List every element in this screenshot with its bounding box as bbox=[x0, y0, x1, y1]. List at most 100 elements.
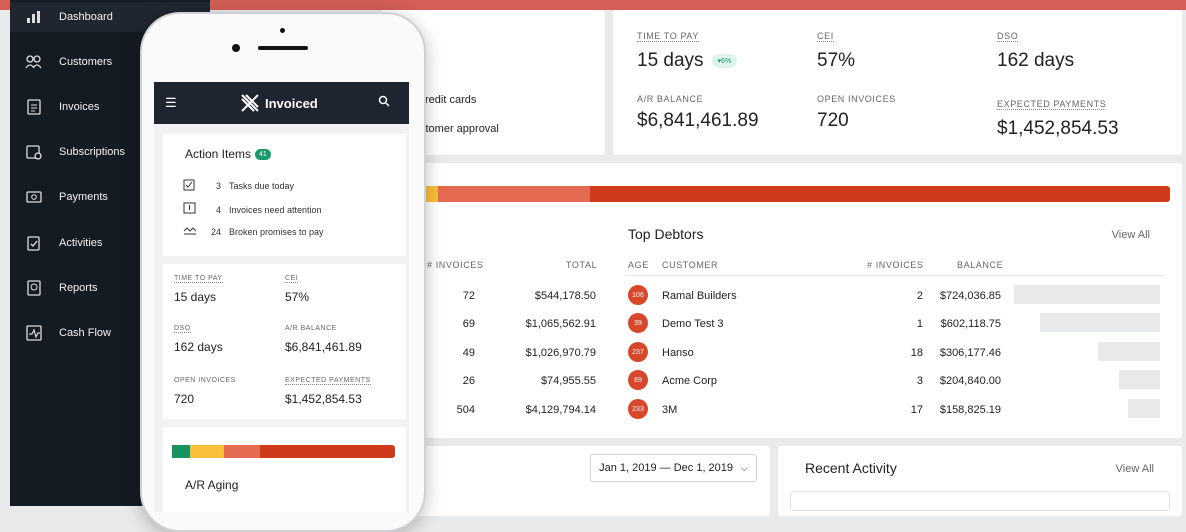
sidebar-item-label: Cash Flow bbox=[59, 327, 111, 339]
metric-label: OPEN INVOICES bbox=[817, 94, 896, 104]
metric-value: $1,452,854.53 bbox=[997, 118, 1119, 139]
subscription-icon bbox=[24, 142, 44, 162]
action-item[interactable]: 4 Invoices need attention bbox=[183, 202, 322, 217]
top-debtors-view-all-link[interactable]: View All bbox=[1112, 229, 1150, 241]
aging-bar-segment bbox=[224, 445, 260, 458]
metric-label: DSO bbox=[174, 325, 191, 333]
date-range-value: Jan 1, 2019 — Dec 1, 2019 bbox=[599, 462, 734, 474]
aging-bar-segment bbox=[172, 445, 190, 458]
top-debtors-title: Top Debtors bbox=[628, 226, 704, 242]
menu-icon[interactable]: ☰ bbox=[165, 95, 177, 111]
delta-badge: ▾6% bbox=[711, 54, 738, 68]
balance-share-bar bbox=[1098, 342, 1160, 361]
table-cell: $724,036.85 bbox=[939, 290, 1001, 302]
metric-value: 720 bbox=[817, 110, 849, 131]
phone-screen: ☰ Invoiced Action Items 41 3 Tasks due t… bbox=[154, 82, 409, 512]
metric-label: EXPECTED PAYMENTS bbox=[285, 377, 371, 385]
column-header-customer: CUSTOMER bbox=[662, 260, 719, 270]
phone-metrics-card: TIME TO PAY 15 days CEI 57% DSO 162 days… bbox=[163, 264, 406, 419]
column-header-total: TOTAL bbox=[566, 260, 598, 270]
invoice-icon bbox=[24, 97, 44, 117]
table-cell: 2 bbox=[916, 290, 923, 302]
metric-label: EXPECTED PAYMENTS bbox=[997, 99, 1107, 110]
aging-bar-segment bbox=[438, 186, 590, 202]
customer-name-link[interactable]: 3M bbox=[662, 404, 677, 416]
sidebar-item-label: Customers bbox=[59, 56, 113, 68]
metric-label: A/R BALANCE bbox=[637, 94, 704, 104]
age-badge: 39 bbox=[628, 313, 648, 333]
search-icon[interactable] bbox=[378, 94, 390, 112]
table-cell: $544,178.50 bbox=[534, 290, 596, 302]
customer-name-link[interactable]: Acme Corp bbox=[662, 375, 717, 387]
metric-value: 720 bbox=[174, 392, 195, 406]
metric-value: $6,841,461.89 bbox=[285, 340, 362, 354]
partial-text-1: redit cards bbox=[425, 94, 477, 106]
age-badge: 237 bbox=[628, 342, 648, 362]
action-items-card: Action Items 41 3 Tasks due today 4 Invo… bbox=[163, 134, 406, 256]
column-header-invoices: # INVOICES bbox=[867, 260, 924, 270]
action-items-title: Action Items bbox=[185, 147, 252, 161]
checklist-icon bbox=[183, 178, 199, 193]
table-cell: $74,955.55 bbox=[540, 375, 596, 387]
table-cell: $602,118.75 bbox=[940, 318, 1001, 330]
metric-value: 162 days bbox=[997, 50, 1075, 71]
table-cell: $306,177.46 bbox=[939, 347, 1001, 359]
action-item[interactable]: 24 Broken promises to pay bbox=[183, 226, 324, 238]
metric-label: CEI bbox=[817, 31, 834, 42]
metric-value: 57% bbox=[817, 50, 856, 71]
column-header-age: AGE bbox=[628, 260, 649, 270]
table-cell: 69 bbox=[462, 318, 475, 330]
action-item-text: Tasks due today bbox=[229, 180, 295, 191]
sidebar-item-label: Invoices bbox=[59, 101, 100, 113]
metrics-card: TIME TO PAY 15 days ▾6% CEI 57% DSO 162 … bbox=[613, 10, 1182, 155]
phone-camera bbox=[280, 28, 285, 33]
table-cell: 17 bbox=[910, 404, 923, 416]
balance-share-bar bbox=[1040, 313, 1160, 332]
attention-icon bbox=[183, 202, 199, 217]
action-item-text: Invoices need attention bbox=[229, 204, 322, 215]
table-cell: 26 bbox=[462, 375, 475, 387]
table-cell: $204,840.00 bbox=[939, 375, 1001, 387]
table-cell: 3 bbox=[916, 375, 923, 387]
metric-label: TIME TO PAY bbox=[637, 31, 699, 42]
activity-item[interactable] bbox=[790, 491, 1170, 511]
recent-activity-view-all-link[interactable]: View All bbox=[1116, 463, 1154, 475]
action-item[interactable]: 3 Tasks due today bbox=[183, 178, 294, 193]
customer-name-link[interactable]: Demo Test 3 bbox=[662, 318, 724, 330]
action-item-count: 24 bbox=[210, 227, 221, 237]
customer-name-link[interactable]: Hanso bbox=[662, 347, 694, 359]
table-cell: $158,825.19 bbox=[939, 404, 1001, 416]
metric-value: $6,841,461.89 bbox=[637, 110, 759, 131]
table-cell: 49 bbox=[462, 347, 475, 359]
table-cell: $1,026,970.79 bbox=[525, 347, 596, 359]
metric-label: DSO bbox=[997, 31, 1019, 42]
sidebar-item-label: Reports bbox=[59, 282, 98, 294]
report-icon bbox=[24, 278, 44, 298]
age-badge: 69 bbox=[628, 370, 648, 390]
action-items-count-badge: 41 bbox=[255, 148, 271, 160]
table-divider bbox=[625, 275, 1165, 276]
column-header-invoices: # INVOICES bbox=[427, 260, 484, 270]
payment-icon bbox=[24, 187, 44, 207]
sidebar-item-label: Subscriptions bbox=[59, 146, 126, 158]
broken-promise-icon bbox=[183, 226, 199, 238]
date-range-select[interactable]: Jan 1, 2019 — Dec 1, 2019 ⌵ bbox=[590, 454, 757, 482]
aging-bar-segment bbox=[590, 186, 1170, 202]
age-badge: 233 bbox=[628, 399, 648, 419]
users-icon bbox=[24, 52, 44, 72]
table-cell: 72 bbox=[462, 290, 475, 302]
age-badge: 106 bbox=[628, 285, 648, 305]
metric-label: OPEN INVOICES bbox=[174, 377, 236, 384]
balance-share-bar bbox=[1014, 285, 1160, 304]
invoiced-logo-icon bbox=[240, 93, 260, 118]
sidebar-item-label: Payments bbox=[59, 191, 108, 203]
partial-text-2: stomer approval bbox=[420, 123, 499, 135]
table-cell: $1,065,562.91 bbox=[525, 318, 596, 330]
customer-name-link[interactable]: Ramal Builders bbox=[662, 290, 737, 302]
cashflow-icon bbox=[24, 323, 44, 343]
aging-bar-segment bbox=[260, 445, 395, 458]
phone-sensor bbox=[232, 44, 240, 52]
metric-value: 57% bbox=[285, 290, 310, 304]
phone-header: ☰ Invoiced bbox=[154, 82, 409, 124]
metric-label: CEI bbox=[285, 275, 299, 283]
